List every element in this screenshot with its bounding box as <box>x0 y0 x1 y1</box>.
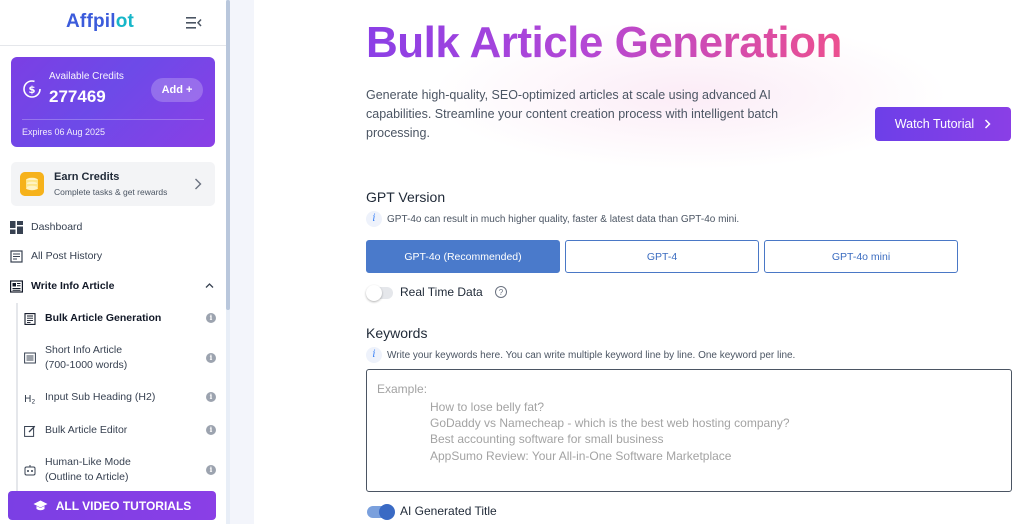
gpt-version-hint: i GPT-4o can result in much higher quali… <box>366 211 739 227</box>
real-time-data-toggle[interactable] <box>366 285 393 301</box>
help-icon[interactable]: ? <box>495 286 507 298</box>
logo[interactable]: Affpilot <box>66 11 134 33</box>
chevron-right-icon <box>195 178 202 190</box>
gpt-option-gpt-4o[interactable]: GPT-4o (Recommended) <box>366 240 560 273</box>
page-description: Generate high-quality, SEO-optimized art… <box>366 88 779 140</box>
keywords-placeholder-line: How to lose belly fat? <box>430 400 545 414</box>
article-icon <box>10 279 23 293</box>
keywords-placeholder-line: Best accounting software for small busin… <box>430 432 664 446</box>
add-credits-button[interactable]: Add + <box>151 78 203 102</box>
credits-value: 277469 <box>49 87 106 106</box>
sidebar-item-history[interactable]: All Post History <box>10 246 102 266</box>
sidebar-subitem-human-like-mode[interactable]: Human-Like Mode (Outline to Article) i <box>24 455 220 485</box>
sidebar-item-label: Write Info Article <box>31 280 115 292</box>
svg-text:2: 2 <box>32 398 36 404</box>
history-icon <box>10 249 23 263</box>
gpt-option-gpt-4[interactable]: GPT-4 <box>565 240 759 273</box>
sidebar-subitem-label: Human-Like Mode (Outline to Article) <box>45 456 131 483</box>
heading-h2-icon: H 2 <box>24 394 36 404</box>
earn-credits-subtitle: Complete tasks & get rewards <box>54 187 168 197</box>
robot-icon <box>24 465 36 476</box>
real-time-data-label: Real Time Data <box>400 285 483 299</box>
watch-tutorial-button[interactable]: Watch Tutorial <box>875 107 1011 141</box>
svg-text:H: H <box>24 394 32 404</box>
text-lines-icon <box>24 352 36 364</box>
info-icon[interactable]: i <box>206 313 216 323</box>
sidebar-subitem-bulk-article-generation[interactable]: Bulk Article Generation i <box>24 311 220 326</box>
gpt-version-hint-text: GPT-4o can result in much higher quality… <box>387 213 740 225</box>
info-icon: i <box>366 347 382 363</box>
gpt-version-title: GPT Version <box>366 189 446 205</box>
svg-text:$: $ <box>29 85 36 96</box>
keywords-placeholder-line: GoDaddy vs Namecheap - which is the best… <box>430 416 790 430</box>
earn-credits-card[interactable]: Earn Credits Complete tasks & get reward… <box>11 162 215 206</box>
keywords-title: Keywords <box>366 325 428 341</box>
graduation-cap-icon <box>33 500 48 510</box>
ai-generated-title-toggle[interactable] <box>367 504 395 520</box>
ai-generated-title-label: AI Generated Title <box>400 504 497 518</box>
edit-icon <box>24 425 36 437</box>
sidebar-subitem-label: Short Info Article (700-1000 words) <box>45 344 128 371</box>
sidebar-subitem-label: Input Sub Heading (H2) <box>45 391 156 403</box>
sidebar-subitem-label: Bulk Article Editor <box>45 424 128 436</box>
sidebar-item-label: All Post History <box>31 250 103 262</box>
chevron-up-icon[interactable] <box>205 282 214 289</box>
sidebar-subitem-short-info-article[interactable]: Short Info Article (700-1000 words) i <box>24 343 220 373</box>
info-icon: i <box>366 211 382 227</box>
sidebar-item-dashboard[interactable]: Dashboard <box>10 217 82 237</box>
sidebar-subitem-label: Bulk Article Generation <box>45 312 162 324</box>
sidebar-item-label: Dashboard <box>31 221 83 233</box>
watch-tutorial-label: Watch Tutorial <box>894 117 975 131</box>
credits-expiry: Expires 06 Aug 2025 <box>22 127 106 137</box>
all-video-tutorials-label: ALL VIDEO TUTORIALS <box>55 498 192 513</box>
credits-label: Available Credits <box>49 71 124 82</box>
sidebar-subitem-input-sub-heading[interactable]: H 2 Input Sub Heading (H2) i <box>24 390 220 405</box>
toggle-knob <box>379 504 395 520</box>
coins-icon <box>20 172 44 196</box>
keywords-textarea[interactable]: Example: How to lose belly fat? GoDaddy … <box>366 369 1012 492</box>
all-video-tutorials-button[interactable]: ALL VIDEO TUTORIALS <box>8 491 216 520</box>
page-title: Bulk Article Generation <box>366 18 842 67</box>
info-icon[interactable]: i <box>206 425 216 435</box>
sidebar-item-write-info-article[interactable]: Write Info Article <box>10 276 114 296</box>
keywords-hint: i Write your keywords here. You can writ… <box>366 347 795 363</box>
info-icon[interactable]: i <box>206 353 216 363</box>
credits-divider <box>22 119 204 120</box>
keywords-placeholder-line: AppSumo Review: Your All-in-One Software… <box>430 449 732 463</box>
sidebar-subitem-bulk-article-editor[interactable]: Bulk Article Editor i <box>24 423 220 438</box>
toggle-knob <box>366 285 382 301</box>
collapse-menu-icon[interactable] <box>186 16 202 30</box>
main-left-gutter <box>230 0 254 524</box>
earn-credits-title: Earn Credits <box>54 171 120 183</box>
dashboard-icon <box>10 220 23 234</box>
sidebar: Affpilot $ Available Credits 277469 Add … <box>0 0 228 524</box>
info-icon[interactable]: i <box>206 392 216 402</box>
submenu-rail <box>16 303 18 493</box>
info-icon[interactable]: i <box>206 465 216 475</box>
keywords-hint-text: Write your keywords here. You can write … <box>387 349 796 361</box>
logo-row: Affpilot <box>0 0 228 46</box>
document-icon <box>24 312 36 325</box>
gpt-option-gpt-4o-mini[interactable]: GPT-4o mini <box>764 240 958 273</box>
chevron-right-icon <box>985 119 991 129</box>
credits-card: $ Available Credits 277469 Add + Expires… <box>11 57 215 147</box>
keywords-placeholder-label: Example: <box>377 382 428 396</box>
credits-refresh-icon: $ <box>23 80 41 98</box>
